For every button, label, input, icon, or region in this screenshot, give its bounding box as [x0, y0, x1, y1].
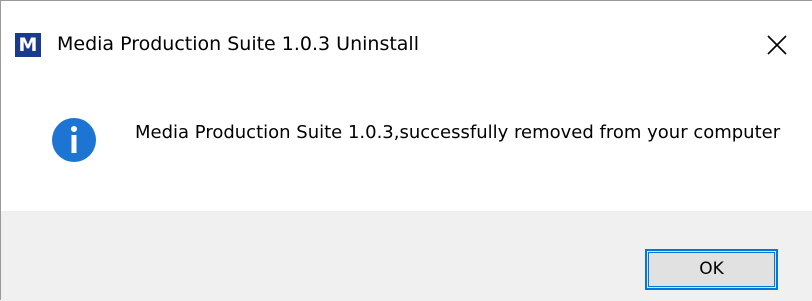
ok-button[interactable]: OK [645, 249, 778, 290]
button-bar: OK [1, 211, 812, 301]
focus-ring [648, 252, 775, 287]
app-icon: M [15, 33, 41, 57]
uninstall-dialog: M Media Production Suite 1.0.3 Uninstall… [0, 0, 812, 301]
title-bar[interactable]: M Media Production Suite 1.0.3 Uninstall [1, 1, 812, 87]
close-button[interactable] [742, 1, 812, 87]
close-icon [767, 35, 787, 55]
window-title: Media Production Suite 1.0.3 Uninstall [57, 33, 419, 55]
dialog-body: Media Production Suite 1.0.3,successfull… [1, 87, 812, 211]
status-message: Media Production Suite 1.0.3,successfull… [135, 122, 781, 143]
info-icon [52, 118, 96, 162]
